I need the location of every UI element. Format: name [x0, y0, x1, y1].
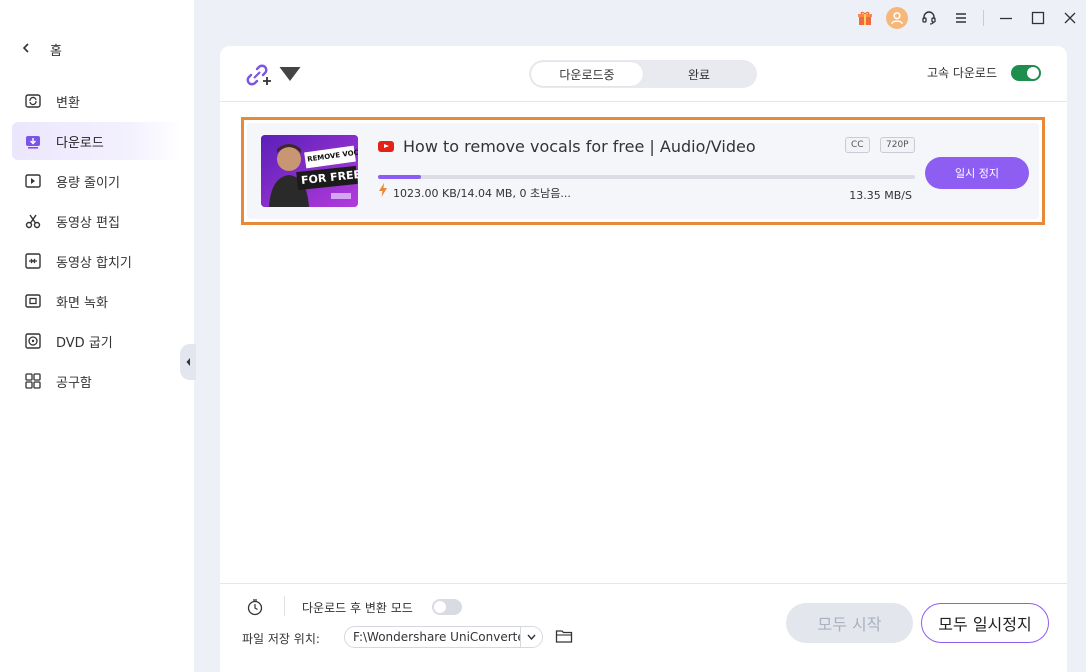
titlebar-divider — [983, 10, 984, 26]
youtube-icon — [378, 141, 394, 152]
download-speed: 13.35 MB/S — [849, 189, 912, 202]
gift-icon — [858, 11, 872, 25]
bottom-bar: 다운로드 후 변환 모드 파일 저장 위치: F:\Wondershare Un… — [220, 583, 1067, 672]
bottom-divider — [284, 596, 285, 616]
sidebar-item-screen-record[interactable]: 화면 녹화 — [12, 282, 182, 320]
main-panel: 다운로드중 완료 고속 다운로드 REMOVE VOCALS FOR FREE … — [220, 46, 1067, 672]
tab-finished[interactable]: 완료 — [643, 62, 755, 86]
headset-icon — [922, 11, 936, 25]
sidebar-nav: 변환 다운로드 용량 줄이기 동영상 편집 동영상 합치기 화면 녹화 DVD … — [12, 82, 182, 402]
compress-icon — [24, 172, 42, 190]
high-speed-toggle[interactable] — [1011, 64, 1041, 81]
sidebar-item-edit[interactable]: 동영상 편집 — [12, 202, 182, 240]
sidebar-item-download[interactable]: 다운로드 — [12, 122, 182, 160]
download-progress-text: 1023.00 KB/14.04 MB, 0 초남음... — [393, 187, 571, 200]
cc-badge: CC — [845, 137, 870, 153]
sidebar-item-label: 동영상 합치기 — [56, 255, 132, 271]
sidebar-item-dvd[interactable]: DVD 굽기 — [12, 322, 182, 360]
merge-icon — [24, 252, 42, 270]
gift-button[interactable] — [849, 6, 881, 30]
timer-icon[interactable] — [246, 598, 264, 616]
sidebar-item-label: 변환 — [56, 95, 80, 111]
chevron-down-icon[interactable] — [520, 627, 542, 647]
avatar-icon — [886, 7, 908, 29]
add-url-button[interactable] — [244, 60, 304, 91]
sidebar-item-label: 용량 줄이기 — [56, 175, 120, 191]
convert-mode-toggle[interactable] — [432, 599, 462, 615]
download-item: REMOVE VOCALS FOR FREE How to remove voc… — [247, 123, 1039, 219]
lightning-icon — [378, 183, 388, 200]
save-path-value: F:\Wondershare UniConverter — [353, 630, 530, 644]
convert-mode-label: 다운로드 후 변환 모드 — [302, 601, 413, 615]
download-tabs: 다운로드중 완료 — [529, 60, 757, 88]
chevron-down-icon — [276, 60, 304, 91]
sidebar-item-toolbox[interactable]: 공구함 — [12, 362, 182, 400]
sidebar-item-label: 동영상 편집 — [56, 215, 120, 231]
account-button[interactable] — [881, 6, 913, 30]
quality-badge: 720P — [880, 137, 915, 153]
chevron-left-icon — [22, 42, 32, 56]
sidebar-item-label: 다운로드 — [56, 135, 104, 151]
home-link[interactable]: 홈 — [22, 38, 62, 60]
maximize-icon — [1031, 11, 1045, 25]
sidebar: 홈 변환 다운로드 용량 줄이기 동영상 편집 동영상 합치기 화면 녹화 DV… — [0, 0, 194, 672]
pause-button[interactable]: 일시 정지 — [925, 157, 1029, 189]
sidebar-item-label: 화면 녹화 — [56, 295, 108, 311]
screen-record-icon — [24, 292, 42, 310]
download-item-highlight: REMOVE VOCALS FOR FREE How to remove voc… — [241, 117, 1045, 225]
maximize-button[interactable] — [1022, 6, 1054, 30]
toggle-knob — [434, 601, 446, 613]
high-speed-label: 고속 다운로드 — [926, 66, 997, 80]
link-add-icon — [246, 64, 271, 85]
close-icon — [1064, 12, 1076, 24]
dvd-icon — [24, 332, 42, 350]
folder-icon[interactable] — [555, 627, 573, 645]
tab-downloading[interactable]: 다운로드중 — [531, 62, 643, 86]
pause-all-button[interactable]: 모두 일시정지 — [921, 603, 1049, 643]
minimize-button[interactable] — [990, 6, 1022, 30]
menu-icon — [956, 13, 966, 23]
download-progress-bar — [378, 175, 915, 179]
video-thumbnail[interactable]: REMOVE VOCALS FOR FREE — [261, 135, 358, 207]
toggle-knob — [1027, 66, 1039, 79]
title-bar — [849, 6, 1086, 30]
sidebar-item-label: DVD 굽기 — [56, 335, 113, 351]
chevron-left-icon — [186, 358, 190, 366]
download-icon — [24, 132, 42, 150]
sidebar-item-merge[interactable]: 동영상 합치기 — [12, 242, 182, 280]
sidebar-item-convert[interactable]: 변환 — [12, 82, 182, 120]
save-path-select[interactable]: F:\Wondershare UniConverter — [344, 626, 543, 648]
minimize-icon — [1000, 17, 1012, 20]
progress-fill — [378, 175, 421, 179]
convert-icon — [24, 92, 42, 110]
sidebar-item-compress[interactable]: 용량 줄이기 — [12, 162, 182, 200]
home-label: 홈 — [50, 43, 62, 59]
support-button[interactable] — [913, 6, 945, 30]
menu-button[interactable] — [945, 6, 977, 30]
save-location-label: 파일 저장 위치: — [242, 632, 320, 646]
sidebar-item-label: 공구함 — [56, 375, 92, 391]
toolbox-icon — [24, 372, 42, 390]
video-title: How to remove vocals for free | Audio/Vi… — [403, 137, 756, 156]
high-speed-download: 고속 다운로드 — [927, 64, 1041, 81]
scissors-icon — [24, 212, 42, 230]
start-all-button[interactable]: 모두 시작 — [786, 603, 913, 643]
close-button[interactable] — [1054, 6, 1086, 30]
sidebar-collapse-button[interactable] — [180, 344, 196, 380]
download-toolbar: 다운로드중 완료 고속 다운로드 — [220, 46, 1067, 102]
